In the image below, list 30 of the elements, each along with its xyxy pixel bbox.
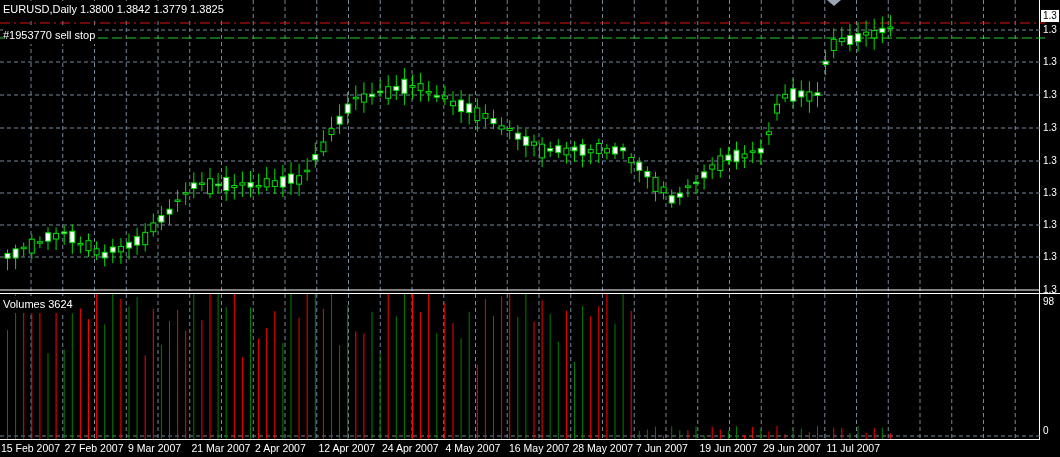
price-axis-label: 1.3 [1043,219,1057,231]
volume-pane-title: Volumes 3624 [3,296,73,313]
date-axis-label: 27 Feb 2007 [63,441,125,456]
date-axis-label: 12 Apr 2007 [317,441,377,456]
price-axis-label: 1.3 [1043,155,1057,167]
date-axis-label: 24 Apr 2007 [381,441,440,456]
price-axis-label: 1.3 [1043,56,1057,68]
volume-axis-label: 98 [1043,296,1055,308]
date-axis-label: 28 May 2007 [571,441,635,456]
date-axis-label: 19 Jun 2007 [698,441,759,456]
price-axis-label: 1.3 [1043,24,1057,36]
date-axis-label: 11 Jul 2007 [825,441,881,456]
current-price-label: 1.3 [1041,10,1059,22]
price-axis-label: 1.3 [1043,122,1057,134]
date-axis-label: 16 May 2007 [508,441,571,456]
date-axis-label: 15 Feb 2007 [0,441,61,456]
date-axis-label: 29 Jun 2007 [762,441,822,456]
date-axis-label: 2 Apr 2007 [254,441,307,456]
chart-header: EURUSD,Daily 1.3800 1.3842 1.3779 1.3825 [3,1,224,18]
price-axis-label: 1.3 [1043,251,1057,263]
date-axis-label: 7 Jun 2007 [635,441,689,456]
date-axis-label: 4 May 2007 [444,441,502,456]
volume-axis-label: 0 [1043,425,1049,437]
price-axis-label: 1.3 [1043,284,1057,296]
price-axis-label: 1.3 [1043,187,1057,199]
price-axis-label: 1.3 [1043,89,1057,101]
order-label: #1953770 sell stop [3,27,96,44]
triangle-marker-icon [827,0,841,6]
date-axis-label: 21 Mar 2007 [190,441,252,456]
date-axis-label: 9 Mar 2007 [127,441,183,456]
